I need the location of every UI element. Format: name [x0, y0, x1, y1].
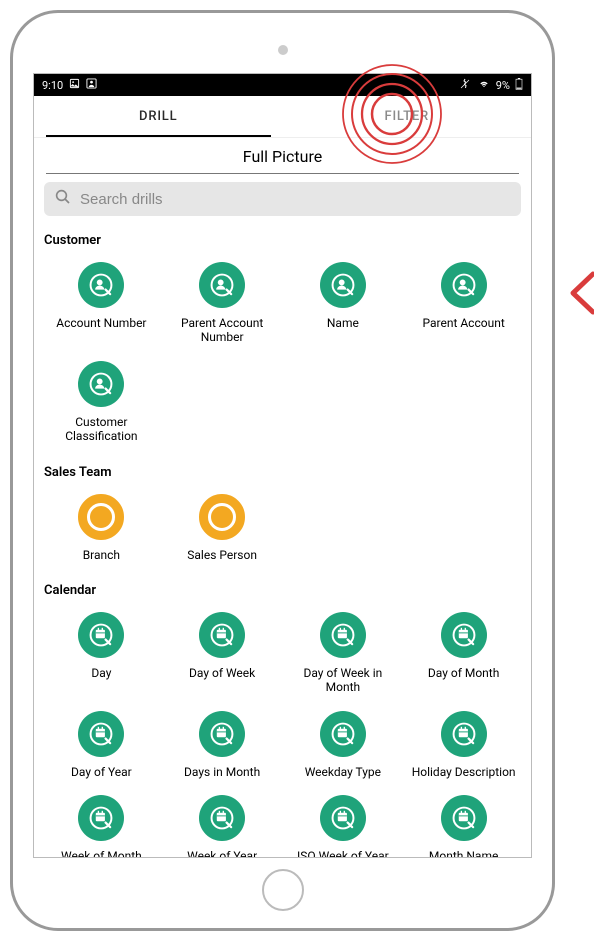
- drill-label: Month Name: [429, 849, 498, 858]
- person-icon: [320, 262, 366, 308]
- drill-label: Day of Week in Month: [288, 666, 398, 695]
- calendar-icon: [199, 711, 245, 757]
- ring-icon: [78, 494, 124, 540]
- drill-item[interactable]: Name: [286, 256, 401, 351]
- drill-label: Holiday Description: [412, 765, 516, 779]
- image-icon: [69, 78, 80, 92]
- tab-drill[interactable]: DRILL: [34, 96, 283, 137]
- drill-label: Week of Year: [187, 849, 257, 858]
- drill-label: Days in Month: [184, 765, 260, 779]
- grid-calendar: Day Day of Week Day of Week in Month Day of…: [44, 602, 521, 858]
- calendar-icon: [320, 711, 366, 757]
- drill-label: Branch: [83, 548, 120, 562]
- calendar-icon: [320, 795, 366, 841]
- grid-customer: Account Number Parent Account Number Name P…: [44, 252, 521, 456]
- drill-item[interactable]: Day of Week: [165, 606, 280, 701]
- section-header-sales_team: Sales Team: [44, 456, 521, 484]
- calendar-icon: [199, 795, 245, 841]
- search-input[interactable]: [80, 191, 511, 208]
- drill-item[interactable]: Day: [44, 606, 159, 701]
- drill-item[interactable]: Week of Month: [44, 789, 159, 858]
- tablet-frame: 9:10 9%: [10, 10, 555, 931]
- swipe-arrow-icon: [565, 270, 594, 320]
- drill-item[interactable]: Parent Account: [406, 256, 521, 351]
- search-box[interactable]: [44, 182, 521, 216]
- status-bar: 9:10 9%: [34, 74, 531, 96]
- wifi-icon: [477, 78, 491, 92]
- calendar-icon: [320, 612, 366, 658]
- drill-label: Day of Year: [71, 765, 132, 779]
- drill-item[interactable]: Account Number: [44, 256, 159, 351]
- drill-item[interactable]: Sales Person: [165, 488, 280, 568]
- page-title: Full Picture: [46, 138, 519, 174]
- ring-icon: [199, 494, 245, 540]
- calendar-icon: [199, 612, 245, 658]
- drill-label: Customer Classification: [46, 415, 156, 444]
- person-icon: [441, 262, 487, 308]
- vibrate-icon: [458, 78, 472, 93]
- drill-label: Day of Week: [189, 666, 255, 680]
- battery-text: 9%: [496, 79, 510, 92]
- grid-sales_team: Branch Sales Person: [44, 484, 521, 574]
- drill-label: Account Number: [56, 316, 146, 330]
- home-button[interactable]: [262, 869, 304, 911]
- drill-item[interactable]: Day of Week in Month: [286, 606, 401, 701]
- drill-item[interactable]: Day of Year: [44, 705, 159, 785]
- calendar-icon: [441, 711, 487, 757]
- drill-item[interactable]: Customer Classification: [44, 355, 159, 450]
- tab-filter[interactable]: FILTER: [283, 96, 532, 137]
- drill-item[interactable]: Parent Account Number: [165, 256, 280, 351]
- drill-label: Sales Person: [187, 548, 257, 562]
- battery-icon: [515, 78, 523, 93]
- person-status-icon: [86, 78, 97, 92]
- calendar-icon: [78, 795, 124, 841]
- status-time: 9:10: [42, 79, 63, 92]
- drill-label: Parent Account: [422, 316, 504, 330]
- drill-item[interactable]: Days in Month: [165, 705, 280, 785]
- section-header-calendar: Calendar: [44, 574, 521, 602]
- drill-item[interactable]: Weekday Type: [286, 705, 401, 785]
- drill-label: Day of Month: [428, 666, 499, 680]
- section-header-customer: Customer: [44, 224, 521, 252]
- person-icon: [78, 262, 124, 308]
- drill-label: Parent Account Number: [167, 316, 277, 345]
- drill-content: Customer Account Number Parent Account Num…: [34, 224, 531, 858]
- calendar-icon: [441, 612, 487, 658]
- drill-item[interactable]: Branch: [44, 488, 159, 568]
- drill-item[interactable]: Month Name: [406, 789, 521, 858]
- drill-item[interactable]: ISO Week of Year: [286, 789, 401, 858]
- tab-filter-label: FILTER: [384, 109, 429, 124]
- drill-item[interactable]: Holiday Description: [406, 705, 521, 785]
- drill-label: Name: [327, 316, 359, 330]
- drill-item[interactable]: Week of Year: [165, 789, 280, 858]
- tab-drill-label: DRILL: [139, 109, 177, 124]
- drill-label: ISO Week of Year: [297, 849, 389, 858]
- drill-item[interactable]: Day of Month: [406, 606, 521, 701]
- camera-dot: [278, 45, 288, 55]
- drill-label: Weekday Type: [305, 765, 381, 779]
- person-icon: [78, 361, 124, 407]
- search-icon: [54, 188, 72, 210]
- calendar-icon: [78, 612, 124, 658]
- person-icon: [199, 262, 245, 308]
- drill-label: Week of Month: [61, 849, 142, 858]
- calendar-icon: [78, 711, 124, 757]
- calendar-icon: [441, 795, 487, 841]
- drill-label: Day: [91, 666, 111, 680]
- screen: 9:10 9%: [33, 73, 532, 858]
- tabs: DRILL FILTER: [34, 96, 531, 138]
